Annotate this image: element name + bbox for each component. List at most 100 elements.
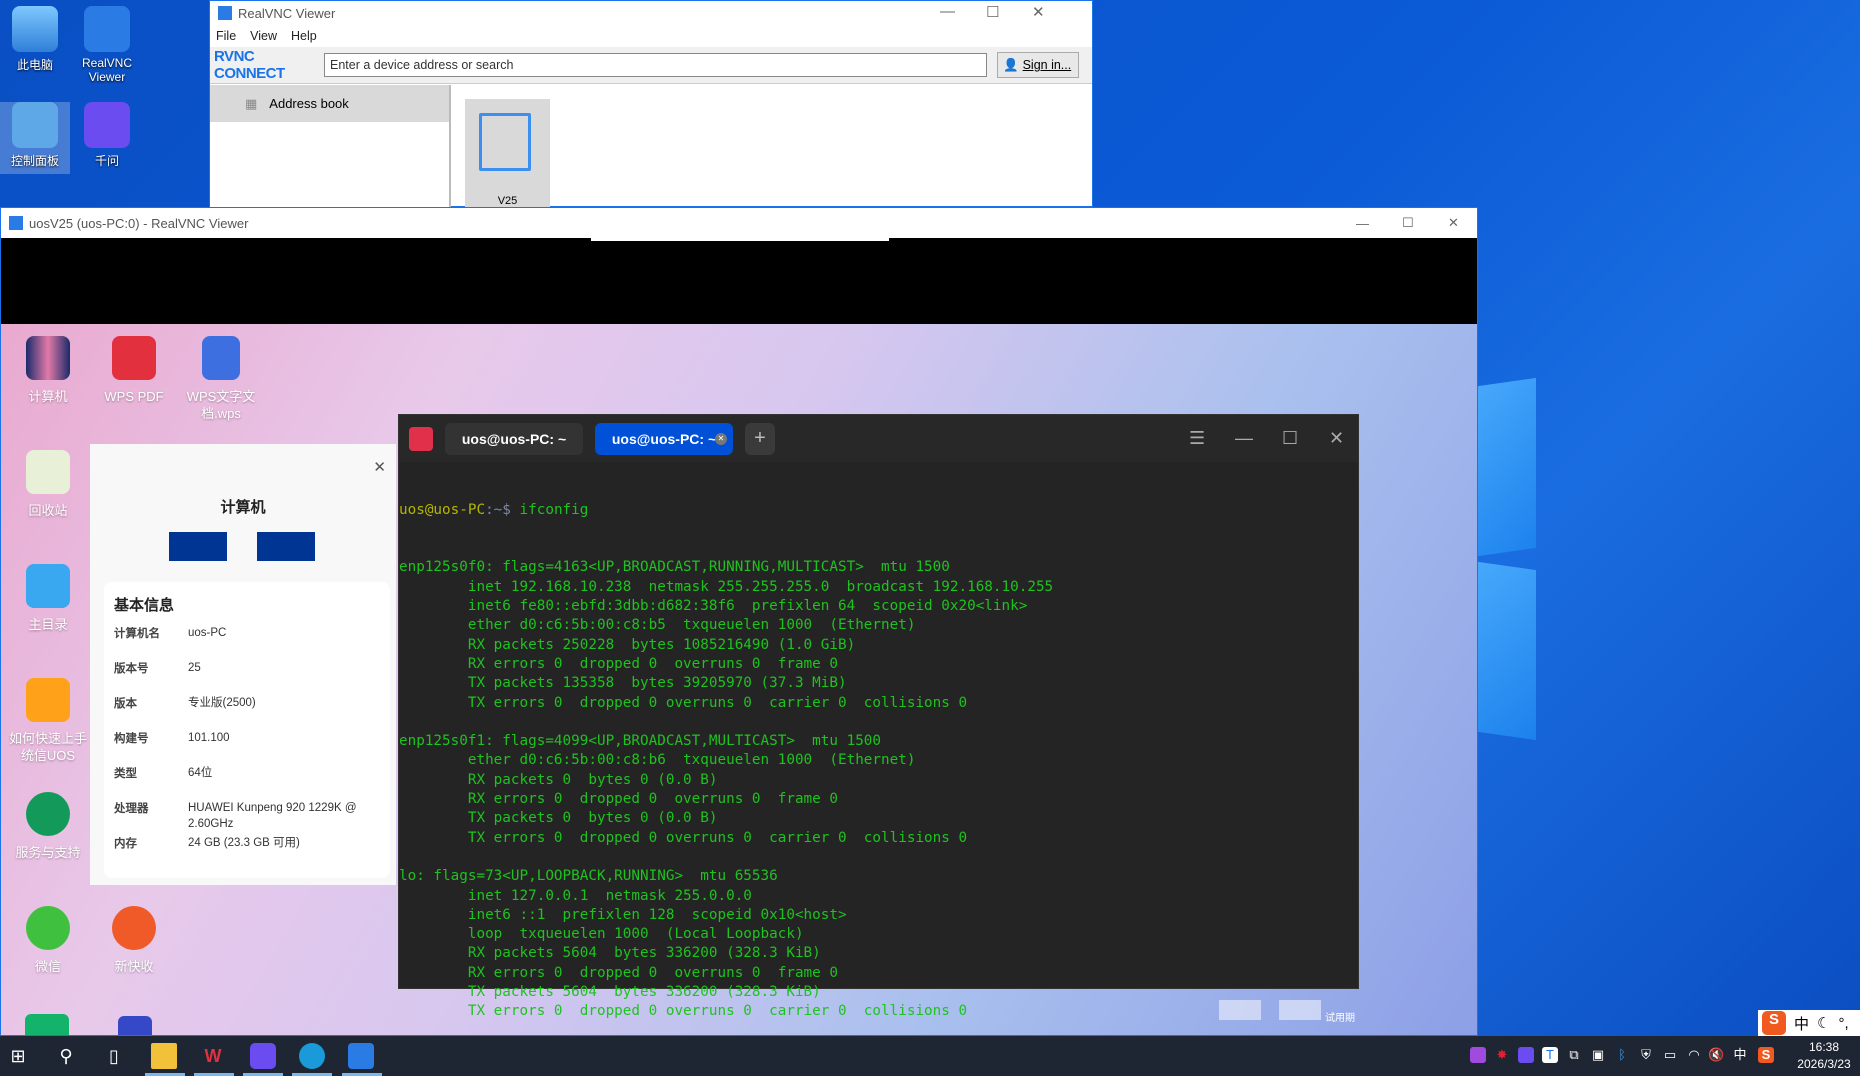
device-label: V25: [497, 195, 518, 207]
realvnc-icon: [84, 6, 130, 52]
close-button[interactable]: ✕: [1448, 215, 1459, 231]
info-row: 内存 24 GB (23.3 GB 可用): [114, 835, 380, 870]
todesk-icon[interactable]: T: [1542, 1047, 1558, 1063]
support-icon: [26, 792, 70, 836]
remote-desktop: 计算机 WPS PDF WPS文字文档.wps 回收站 主目录 如何快速上手统信…: [1, 324, 1477, 1035]
uos-watermark-logo: [1219, 1000, 1261, 1020]
desktop-icon-realvnc[interactable]: RealVNC Viewer: [72, 6, 142, 84]
menu-file[interactable]: File: [216, 29, 236, 43]
terminal-output[interactable]: uos@uos-PC:~$ ifconfig enp125s0f0: flags…: [399, 462, 1358, 1035]
desktop-icon-control-panel[interactable]: 控制面板: [0, 102, 70, 174]
tab-close-icon[interactable]: ✕: [715, 432, 727, 445]
sign-in-button[interactable]: 👤 Sign in...: [997, 52, 1079, 78]
output-line: TX errors 0 dropped 0 overruns 0 carrier…: [399, 829, 968, 846]
window-title: uosV25 (uos-PC:0) - RealVNC Viewer: [29, 215, 249, 231]
terminal-tab-1[interactable]: uos@uos-PC: ~: [445, 422, 583, 455]
remote-icon-computer[interactable]: 计算机: [8, 336, 88, 405]
remote-icon-support[interactable]: 服务与支持: [8, 792, 88, 861]
realvnc-app-icon: [9, 216, 23, 230]
output-line: inet6 ::1 prefixlen 128 scopeid 0x10<hos…: [399, 906, 847, 923]
terminal-tab-2[interactable]: uos@uos-PC: ~ ✕: [595, 422, 733, 455]
maximize-button[interactable]: ☐: [1282, 428, 1298, 449]
security-icon[interactable]: ⛨: [1638, 1047, 1654, 1063]
wps-doc-icon: [202, 336, 240, 380]
output-line: RX errors 0 dropped 0 overruns 0 frame 0: [399, 964, 838, 981]
remote-icon-wechat[interactable]: 微信: [8, 906, 88, 975]
windows-icon[interactable]: ⧉: [1566, 1047, 1582, 1063]
device-tile[interactable]: V25: [465, 99, 550, 209]
doc-icon[interactable]: [118, 1016, 152, 1035]
wps-icon[interactable]: W: [200, 1043, 226, 1069]
remote-icon-trash[interactable]: 回收站: [8, 450, 88, 519]
uos-logo: [257, 532, 315, 561]
terminal-window: uos@uos-PC: ~ uos@uos-PC: ~ ✕ + ☰ — ☐ ✕ u…: [398, 414, 1359, 1019]
menu-help[interactable]: Help: [291, 29, 317, 43]
remote-icon-wps-doc[interactable]: WPS文字文档.wps: [181, 336, 261, 422]
sogou-tray-icon[interactable]: S: [1758, 1047, 1774, 1063]
remote-icon-wps-pdf[interactable]: WPS PDF: [94, 336, 174, 405]
trial-label: 试用期: [1325, 1013, 1355, 1024]
minimize-button[interactable]: —: [940, 3, 955, 20]
info-row: 计算机名 uos-PC: [114, 625, 380, 660]
sidebar-item-address-book[interactable]: ▦ Address book: [210, 85, 449, 122]
minimize-button[interactable]: —: [1235, 428, 1253, 449]
maximize-button[interactable]: ☐: [1402, 215, 1414, 231]
battery-icon[interactable]: ▭: [1662, 1047, 1678, 1063]
window-title: RealVNC Viewer: [238, 5, 336, 21]
new-tab-button[interactable]: +: [745, 422, 775, 455]
edge-icon[interactable]: [299, 1043, 325, 1069]
control-panel-icon: [12, 102, 58, 148]
task-view-icon[interactable]: ▯: [101, 1043, 127, 1069]
start-button[interactable]: ⊞: [5, 1043, 31, 1069]
display-icon[interactable]: ▣: [1590, 1047, 1606, 1063]
qianwen-tray-icon[interactable]: [1518, 1047, 1534, 1063]
input-language[interactable]: 中: [1732, 1047, 1748, 1063]
output-line: ether d0:c6:5b:00:c8:b5 txqueuelen 1000 …: [399, 617, 916, 634]
wps-sheet-icon[interactable]: [25, 1014, 69, 1035]
remote-icon-home[interactable]: 主目录: [8, 564, 88, 633]
menu-view[interactable]: View: [250, 29, 277, 43]
remote-icon-app[interactable]: 新快收: [94, 906, 174, 975]
menu-icon[interactable]: ☰: [1189, 428, 1205, 449]
info-row: 构建号 101.100: [114, 730, 380, 765]
ime-toolbar[interactable]: S 中 ☾ °,: [1758, 1010, 1860, 1036]
desktop-icon-qianwen[interactable]: 千问: [72, 102, 142, 169]
app-tray-icon[interactable]: ✸: [1494, 1047, 1510, 1063]
computer-icon: [12, 6, 58, 52]
file-explorer-icon[interactable]: [151, 1043, 177, 1069]
realvnc-viewer-window: RealVNC Viewer — ☐ ✕ File View Help RVNC…: [209, 0, 1093, 209]
minimize-button[interactable]: —: [1356, 216, 1369, 231]
output-line: TX packets 0 bytes 0 (0.0 B): [399, 810, 718, 827]
volume-muted-icon[interactable]: 🔇: [1708, 1047, 1724, 1063]
output-line: RX errors 0 dropped 0 overruns 0 frame 0: [399, 655, 838, 672]
bluetooth-icon[interactable]: ᛒ: [1614, 1047, 1630, 1063]
close-icon[interactable]: ✕: [373, 458, 386, 476]
qianwen-icon[interactable]: [250, 1043, 276, 1069]
desktop-icon-this-pc[interactable]: 此电脑: [0, 6, 70, 73]
info-key: 类型: [114, 768, 137, 780]
close-button[interactable]: ✕: [1032, 3, 1045, 21]
wifi-icon[interactable]: ◠: [1686, 1047, 1702, 1063]
info-value: 25: [188, 662, 201, 674]
wps-pdf-icon: [112, 336, 156, 380]
maximize-button[interactable]: ☐: [986, 3, 999, 21]
monitor-icon: [479, 113, 531, 171]
realvnc-app-icon: [218, 6, 232, 20]
search-icon[interactable]: ⚲: [53, 1043, 79, 1069]
app-icon: [112, 906, 156, 950]
realvnc-icon[interactable]: [348, 1043, 374, 1069]
vnc-toolbar-strip[interactable]: [591, 238, 889, 241]
folder-home-icon: [26, 564, 70, 608]
output-line: enp125s0f1: flags=4099<UP,BROADCAST,MULT…: [399, 733, 882, 750]
copilot-icon[interactable]: [1470, 1047, 1486, 1063]
taskbar: ⊞ ⚲ ▯ W ✸ T ⧉ ▣ ᛒ ⛨ ▭ ◠ 🔇 中 S 16:38 2026…: [0, 1036, 1860, 1076]
clock[interactable]: 16:38 2026/3/23: [1790, 1039, 1858, 1073]
output-line: TX packets 135358 bytes 39205970 (37.3 M…: [399, 675, 847, 692]
device-search-input[interactable]: Enter a device address or search: [324, 53, 987, 77]
rvnc-connect-logo: RVNC CONNECT: [214, 48, 285, 82]
info-value: 24 GB (23.3 GB 可用): [188, 837, 300, 849]
close-button[interactable]: ✕: [1329, 428, 1344, 449]
remote-icon-uos-guide[interactable]: 如何快速上手统信UOS: [8, 678, 88, 764]
